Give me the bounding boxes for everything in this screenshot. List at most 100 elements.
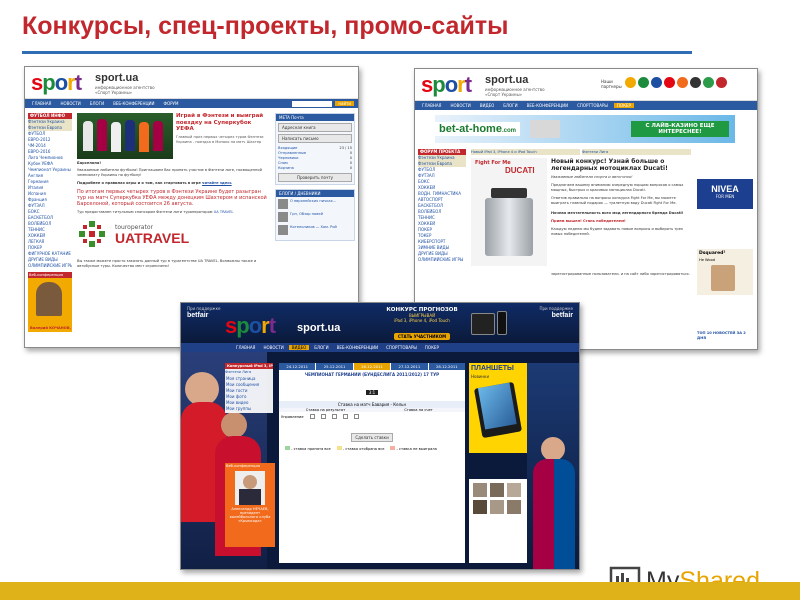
nav-item-news[interactable]: НОВОСТИ [260,345,286,350]
date-tab[interactable]: 26.12.2011 [353,363,391,370]
nav-item-blogs[interactable]: БЛОГИ [87,101,107,106]
bet-radio[interactable] [309,414,315,419]
contest-banner[interactable]: КОНКУРС ПРОГНОЗОВ ВЫИГРЫВАЙ iPad 3, iPho… [381,307,463,342]
webconf-promo[interactable]: Веб-конференция Валерий КОЧАНОВ, [28,272,72,332]
bet-radio[interactable] [320,414,326,419]
club-badge-icon[interactable] [625,77,636,88]
sport-logo[interactable]: sport [225,313,276,339]
user-menu-item[interactable]: Мои группы [226,406,272,412]
date-tab[interactable]: 25.12.2011 [316,363,353,370]
legend-accepted: - ставка принята все [291,447,331,451]
nav-item-video[interactable]: ВИДЕО [477,103,498,108]
search-input[interactable] [292,100,333,107]
webconf-badge: Веб-конференция [226,464,260,468]
partner-right-label: При поддержке [539,306,574,311]
contest-prizes: iPad 3, iPhone 4, iPod Touch [394,318,450,323]
check-mail-button[interactable]: Проверить почту [278,173,352,182]
nav-item-video[interactable]: ВИДЕО [288,345,310,350]
uatravel-sponsor[interactable]: touroperator UATRAVEL [77,219,269,249]
date-tab[interactable]: 27.12.2011 [391,363,428,370]
nav-item-shop[interactable]: СПОРТТОВАРЫ [574,103,611,108]
vote-text: Каждую неделю мы будем задавать новые во… [551,227,684,236]
search-button[interactable]: найти [335,101,354,106]
nav-item-forum[interactable]: ФОРУМ [161,101,182,106]
nivea-ad[interactable]: NIVEA FOR MEN [697,179,753,209]
club-badge-icon[interactable] [690,77,701,88]
sidebar-item[interactable]: ОЛИМПИЙСКИЕ ИГРЫ [418,257,466,263]
nav-item-blogs[interactable]: БЛОГИ [500,103,520,108]
dsquared-ad[interactable]: Dsquared² He Wood [697,249,753,295]
date-tabs: 24.12.2011 25.12.2011 26.12.2011 27.12.2011… [279,363,466,370]
tab-fantasy[interactable]: Фэнтези Лига [582,149,691,155]
sport-logo[interactable]: sport [421,72,472,98]
nivea-sub: FOR MEN [715,194,735,199]
betfair-right[interactable]: betfair [552,312,573,319]
match-score: 3:1 [365,390,379,395]
article-headline[interactable]: Новый конкурс! Узнай больше о легендарны… [551,158,691,172]
tab-ipad-contest[interactable]: Новый iPad 3, iPhone 4 и iPod Touch [471,149,580,155]
nav-item-home[interactable]: ГЛАВНАЯ [29,101,54,106]
nav-item-blogs[interactable]: БЛОГИ [311,345,331,350]
article-headline[interactable]: Играй в Фэнтези и выиграй поездку на Суп… [176,113,269,133]
rules-link[interactable]: читайте здесь [202,181,232,185]
article-body: Предлагаем вашему вниманию очередную пор… [551,183,684,192]
club-badge-icon[interactable] [651,77,662,88]
match-title: ЧЕМПИОНАТ ГЕРМАНИИ (БУНДЕСЛИГА 2011/2012… [304,372,440,377]
bet-at-home-banner[interactable]: bet-at-home.com С ЛАЙВ-КАЗИНО ЕЩЕ ИНТЕРЕ… [435,115,735,143]
webconf-promo[interactable]: Веб-конференция Александр НЕЧАЕВ, презид… [225,463,275,547]
blog-item[interactable]: О европейских пичках... [278,199,352,209]
bet-radio[interactable] [331,414,337,419]
promo-brand-ducati: DUCATI [505,166,535,175]
bet-radio[interactable] [353,414,359,419]
join-contest-button[interactable]: СТАТЬ УЧАСТНИКОМ [393,333,451,340]
tablets-ad[interactable]: ПЛАНШЕТЫ Новинки [469,363,527,453]
nav-item-home[interactable]: ГЛАВНАЯ [233,345,258,350]
nav-item-webconf[interactable]: ВЕБ-КОНФЕРЕНЦИИ [334,345,381,350]
club-badge-icon[interactable] [677,77,688,88]
nav-item-news[interactable]: НОВОСТИ [57,101,83,106]
write-letter-button[interactable]: Написать письмо [278,134,352,143]
nav-item-shop[interactable]: СПОРТТОВАРЫ [383,345,420,350]
footer-text: зарегистрированные пользователи. и на са… [551,272,690,276]
club-badge-icon[interactable] [638,77,649,88]
banner-slogan: С ЛАЙВ-КАЗИНО ЕЩЕ ИНТЕРЕСНЕЕ! [631,121,729,137]
avatar [278,212,288,222]
nav-item-poker[interactable]: ПОКЕР [613,103,634,108]
nav-item-home[interactable]: ГЛАВНАЯ [419,103,444,108]
site-name: sport.ua [297,322,341,334]
mail-folder-row[interactable]: Корзина 0 [278,166,352,171]
messi-image [527,363,579,569]
nav-item-news[interactable]: НОВОСТИ [447,103,473,108]
club-badge-icon[interactable] [716,77,727,88]
avatar [278,199,288,209]
partner-link[interactable]: UA TRAVEL [214,210,234,214]
betfair-left[interactable]: betfair [187,312,208,319]
article-greeting: Барселона! [77,161,101,165]
nav-item-webconf[interactable]: ВЕБ-КОНФЕРЕНЦИИ [524,103,571,108]
top-news-link[interactable]: ТОП 10 НОВОСТЕЙ ЗА 2 ДНЯ [697,331,753,341]
date-tab[interactable]: 28.12.2011 [428,363,466,370]
webconf-person: Александр НЕЧАЕВ, президент волейбольног… [229,507,271,523]
make-bets-button[interactable]: Сделать ставки [351,433,393,442]
players-photo [77,113,173,159]
prediction-table: 24.12.2011 25.12.2011 26.12.2011 27.12.2011… [279,363,466,563]
nav-item-poker[interactable]: ПОКЕР [422,345,442,350]
address-book-button[interactable]: Адресная книга [278,123,352,132]
site-name: sport.ua [95,72,139,84]
sport-logo[interactable]: sport [31,70,82,96]
legend-lost: - ставка не выиграла [396,447,437,451]
article: Играй в Фэнтези и выиграй поездку на Суп… [77,113,269,269]
title-divider [22,51,692,54]
club-badge-icon[interactable] [664,77,675,88]
bet-radio[interactable] [342,414,348,419]
club-badge-icon[interactable] [703,77,714,88]
main-nav: ГЛАВНАЯ НОВОСТИ ВИДЕО БЛОГИ ВЕБ-КОНФЕРЕН… [415,101,757,110]
tablets-sub: Новинки [471,374,490,379]
blog-item[interactable]: Грн, Обзор новей [278,212,352,222]
blog-item[interactable]: Котельников — Хом. Рой [278,225,352,235]
bet-row-label: Управление [281,414,304,419]
sidebar-item[interactable]: ОЛИМПИЙСКИЕ ИГРЫ [28,263,72,269]
date-tab[interactable]: 24.12.2011 [279,363,316,370]
nav-item-webconf[interactable]: ВЕБ-КОНФЕРЕНЦИИ [110,101,157,106]
champagne-image [529,120,560,138]
